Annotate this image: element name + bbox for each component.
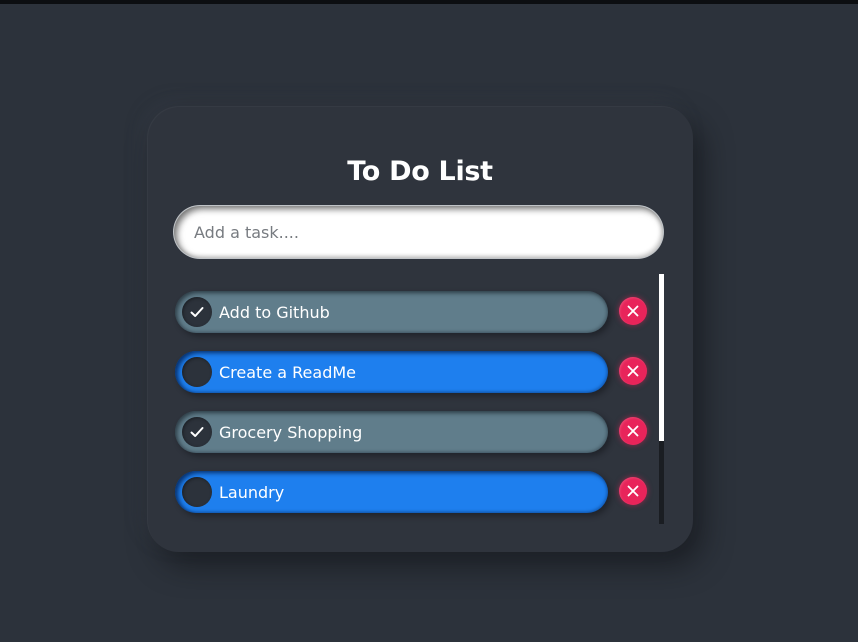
delete-task-button[interactable] bbox=[619, 477, 647, 505]
task-label: Grocery Shopping bbox=[219, 422, 363, 442]
task-checkbox[interactable] bbox=[182, 357, 212, 387]
task-checkbox[interactable] bbox=[182, 297, 212, 327]
close-icon bbox=[627, 425, 639, 437]
task-checkbox[interactable] bbox=[182, 477, 212, 507]
checkmark-icon bbox=[190, 307, 204, 317]
close-icon bbox=[627, 305, 639, 317]
task-item[interactable]: Grocery Shopping bbox=[175, 411, 608, 453]
task-row: Add to Github bbox=[175, 290, 647, 350]
task-label: Laundry bbox=[219, 482, 285, 502]
task-checkbox[interactable] bbox=[182, 417, 212, 447]
window-top-border bbox=[0, 0, 858, 4]
delete-task-button[interactable] bbox=[619, 417, 647, 445]
task-row: Grocery Shopping bbox=[175, 410, 647, 470]
close-icon bbox=[627, 365, 639, 377]
task-list: Add to Github Create a ReadMe Grocery Sh… bbox=[175, 290, 647, 530]
task-row: Laundry bbox=[175, 470, 647, 530]
task-item[interactable]: Create a ReadMe bbox=[175, 351, 608, 393]
close-icon bbox=[627, 485, 639, 497]
delete-task-button[interactable] bbox=[619, 297, 647, 325]
delete-task-button[interactable] bbox=[619, 357, 647, 385]
task-label: Create a ReadMe bbox=[219, 362, 356, 382]
task-row: Create a ReadMe bbox=[175, 350, 647, 410]
task-input[interactable] bbox=[174, 206, 663, 258]
scrollbar-thumb[interactable] bbox=[659, 274, 664, 441]
task-item[interactable]: Add to Github bbox=[175, 291, 608, 333]
page-title: To Do List bbox=[347, 156, 493, 187]
task-label: Add to Github bbox=[219, 302, 330, 322]
task-list-scrollbar[interactable] bbox=[659, 274, 664, 524]
todo-card: To Do List Add to Github Create a bbox=[147, 106, 693, 552]
task-item[interactable]: Laundry bbox=[175, 471, 608, 513]
checkmark-icon bbox=[190, 427, 204, 437]
